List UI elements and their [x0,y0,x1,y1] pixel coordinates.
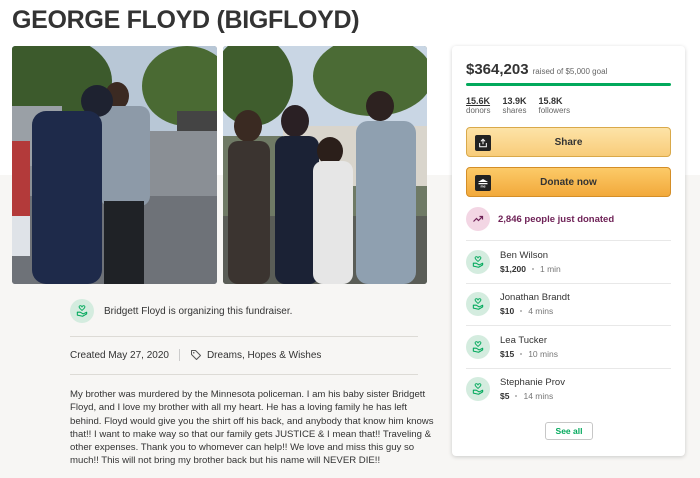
donor-name: Lea Tucker [500,335,547,346]
donate-icon: me [475,175,491,191]
stats-row: 15.6K donors 13.9K shares 15.8K follower… [466,96,582,115]
donor-time: 14 mins [523,391,554,401]
stat-label: donors [466,106,491,115]
donor-item: Ben Wilson $1,200 1 min [466,250,561,274]
dot-separator [520,353,523,355]
stat-donors[interactable]: 15.6K donors [466,96,490,115]
donate-label: Donate now [540,176,597,188]
dot-separator [520,310,523,312]
heart-hand-icon [466,250,490,274]
heart-hand-icon [466,292,490,316]
heart-hand-icon [466,335,490,359]
donor-amount: $10 [500,306,515,316]
stat-label: shares [502,106,527,115]
goal-text: raised of $5,000 goal [532,67,608,76]
raised-summary: $364,203 raised of $5,000 goal [466,61,607,78]
stat-shares: 13.9K shares [502,96,526,115]
divider [70,374,418,375]
organizer-avatar [70,299,94,323]
created-date: Created May 27, 2020 [70,349,169,361]
raised-amount: $364,203 [466,61,529,78]
divider [466,325,671,326]
category-label: Dreams, Hopes & Wishes [206,349,322,361]
donor-name: Stephanie Prov [500,377,565,388]
donor-name: Jonathan Brandt [500,292,570,303]
donor-item: Lea Tucker $15 10 mins [466,335,558,359]
see-all-button[interactable]: See all [545,422,593,440]
heart-hand-icon [466,377,490,401]
campaign-photo-1[interactable] [12,46,217,284]
share-icon [475,135,491,151]
progress-bar [466,83,671,86]
stat-label: followers [538,106,571,115]
campaign-meta: Created May 27, 2020 Dreams, Hopes & Wis… [70,349,321,361]
organizer-text: Bridgett Floyd is organizing this fundra… [104,305,293,317]
donate-button[interactable]: me Donate now [466,167,671,197]
divider [466,368,671,369]
trending-up-icon [466,207,490,231]
campaign-title: GEORGE FLOYD (BIGFLOYD) [12,6,360,34]
stat-value: 15.6K [466,96,491,106]
dot-separator [532,268,534,270]
donor-amount: $15 [500,349,515,359]
meta-separator [178,349,180,361]
donor-time: 1 min [540,264,561,274]
category-link[interactable]: Dreams, Hopes & Wishes [190,349,321,361]
donor-item: Jonathan Brandt $10 4 mins [466,292,570,316]
donor-item: Stephanie Prov $5 14 mins [466,377,565,401]
donation-panel: $364,203 raised of $5,000 goal 15.6K don… [452,46,685,456]
progress-fill [466,83,671,86]
donor-amount: $5 [500,391,510,401]
recent-donations-text: 2,846 people just donated [498,213,615,225]
donor-time: 10 mins [528,349,558,359]
campaign-photo-2[interactable] [223,46,427,284]
heart-hand-icon [76,305,88,317]
stat-followers: 15.8K followers [539,96,571,115]
share-label: Share [554,136,583,148]
stat-value: 15.8K [538,96,563,106]
svg-text:me: me [480,185,485,189]
divider [70,336,418,337]
donor-name: Ben Wilson [500,250,549,261]
donor-time: 4 mins [528,306,554,316]
share-button[interactable]: Share [466,127,671,157]
organizer-row: Bridgett Floyd is organizing this fundra… [70,299,292,323]
donor-amount: $1,200 [500,264,526,274]
story-text: My brother was murdered by the Minnesota… [70,389,434,467]
divider [466,240,671,241]
tag-icon [190,350,201,360]
stat-value: 13.9K [502,96,527,106]
divider [466,283,671,284]
dot-separator [515,395,518,397]
recent-donations-banner: 2,846 people just donated [466,207,614,231]
